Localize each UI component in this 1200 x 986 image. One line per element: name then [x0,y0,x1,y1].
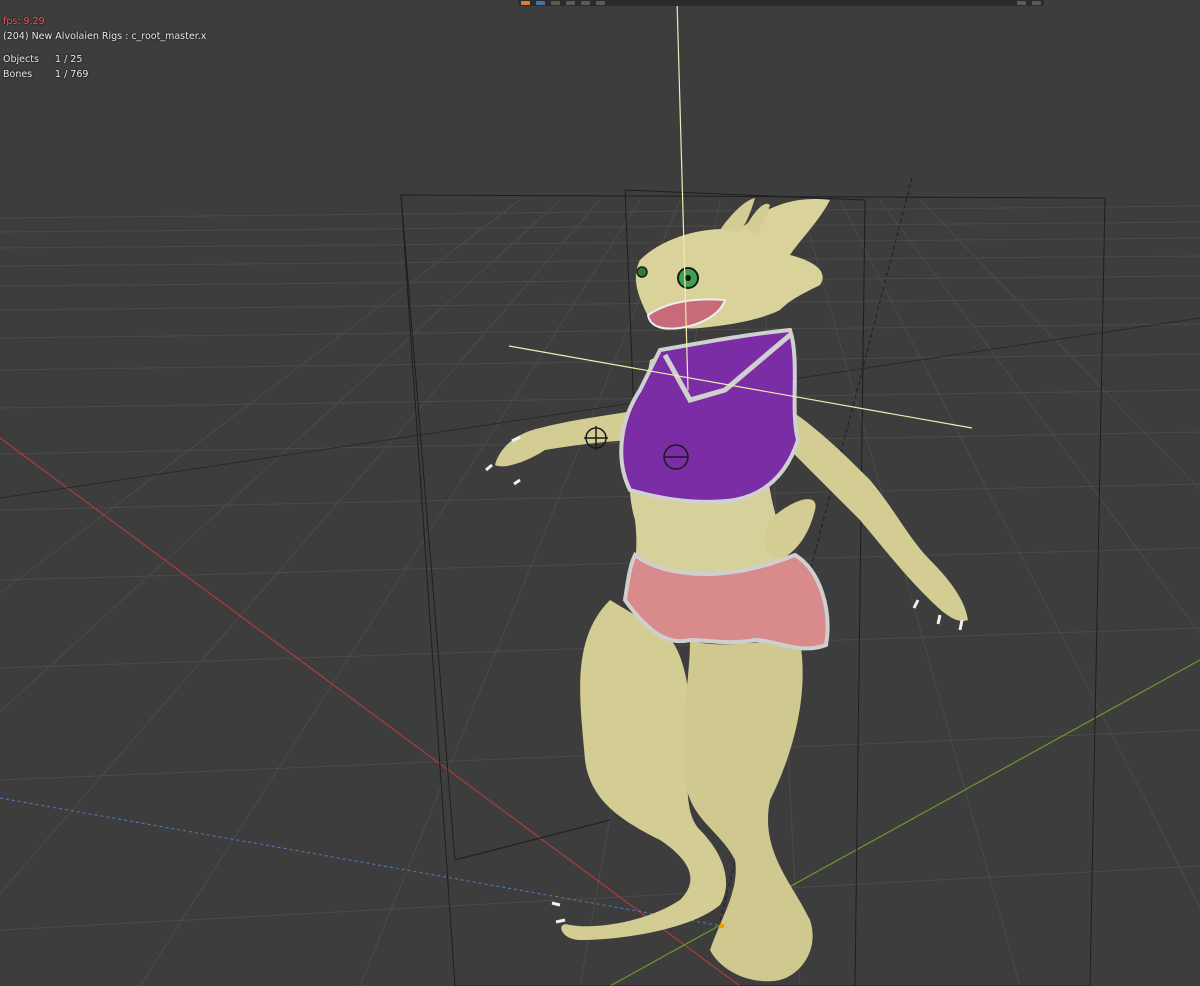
viewport-scene[interactable] [0,0,1200,986]
stats-objects-value: 1 / 25 [55,54,83,65]
transform-icon[interactable] [551,1,560,5]
3d-cursor-origin [719,923,725,929]
proportional-edit-icon[interactable] [581,1,590,5]
stats-bones: Bones 1 / 769 [3,67,206,82]
viewport-shading-icon[interactable] [1017,1,1026,5]
crop-top [619,327,801,504]
select-tool-icon[interactable] [536,1,545,5]
overlay-icon[interactable] [596,1,605,5]
character-model [485,198,968,982]
axis-line-dark [0,317,1200,499]
viewport-header-toolbar[interactable] [518,0,1044,6]
viewport-text-overlay: fps: 9.29 (204) New Alvolaien Rigs : c_r… [3,14,206,82]
active-object-info: (204) New Alvolaien Rigs : c_root_master… [3,31,207,42]
foot-claws [551,901,566,924]
3d-viewport[interactable]: fps: 9.29 (204) New Alvolaien Rigs : c_r… [0,0,1200,986]
xray-icon[interactable] [1032,1,1041,5]
stats-bones-label: Bones [3,69,33,80]
eye-left [636,266,648,278]
stats-objects: Objects 1 / 25 [3,52,206,67]
right-leg [683,640,813,982]
snap-icon[interactable] [566,1,575,5]
stats-bones-value: 1 / 769 [55,69,89,80]
stats-objects-label: Objects [3,54,39,65]
floor-grid [0,199,1200,986]
blue-dashed-line [0,797,723,927]
object-mode-icon[interactable] [521,1,530,5]
eye-pupil [685,275,691,281]
bone-line-vertical [676,0,689,391]
fps-readout: fps: 9.29 [3,16,45,27]
